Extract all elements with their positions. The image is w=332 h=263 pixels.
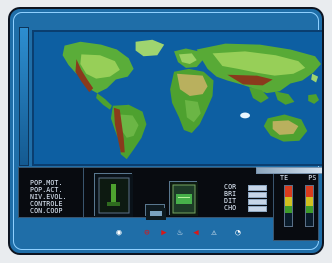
world-map[interactable]	[32, 30, 322, 166]
warning-icon[interactable]: ⚠	[209, 228, 219, 238]
gauge-te-green	[285, 206, 292, 213]
gauge-ps-yellow	[306, 197, 313, 206]
top-status-bar	[256, 167, 322, 174]
center-monitor-svg	[170, 182, 198, 216]
menu-bar-dit	[248, 199, 267, 205]
gauge-ps-green	[306, 206, 313, 213]
menu-bar-cor	[248, 185, 267, 191]
left-monitor-svg	[95, 174, 133, 217]
gauge-label-te: TE	[280, 174, 289, 182]
map-rail	[19, 27, 29, 166]
menu-bar-cho	[248, 206, 267, 212]
globe-icon[interactable]: ◉	[114, 228, 124, 238]
menu-bar-bri	[248, 192, 267, 198]
small-display-svg	[146, 208, 166, 220]
right-arrow-icon[interactable]: ▶	[159, 228, 169, 238]
disk-icon[interactable]: ◔	[233, 228, 243, 238]
right-menu: COR BRI DIT CHO	[224, 184, 236, 212]
left-monitor	[94, 173, 133, 217]
center-monitor	[169, 181, 198, 216]
menu-item-con-coop[interactable]: CON.COOP	[30, 208, 67, 215]
left-arrow-icon[interactable]: ◀	[191, 228, 201, 238]
gauge-te-red	[285, 186, 292, 197]
gauge-ps-red	[306, 186, 313, 197]
gauge-label-ps: PS	[308, 174, 317, 182]
gauge-te-yellow	[285, 197, 292, 206]
gauge-ps	[305, 185, 314, 227]
fire-icon[interactable]: ♨	[175, 228, 185, 238]
gauge-labels: TE PS	[280, 175, 320, 182]
world-map-svg	[34, 32, 322, 164]
gauge-ps-dark	[306, 213, 313, 226]
game-screen: POP.MOT. POP.ACT. NIV.EVOL. CONTROLE CON…	[8, 7, 324, 255]
minus-icon[interactable]: ⊖	[142, 228, 152, 238]
gauge-te-dark	[285, 213, 292, 226]
gauge-te	[284, 185, 293, 227]
small-display	[145, 204, 166, 220]
left-menu: POP.MOT. POP.ACT. NIV.EVOL. CONTROLE CON…	[30, 180, 67, 215]
menu-item-cho[interactable]: CHO	[224, 205, 236, 212]
